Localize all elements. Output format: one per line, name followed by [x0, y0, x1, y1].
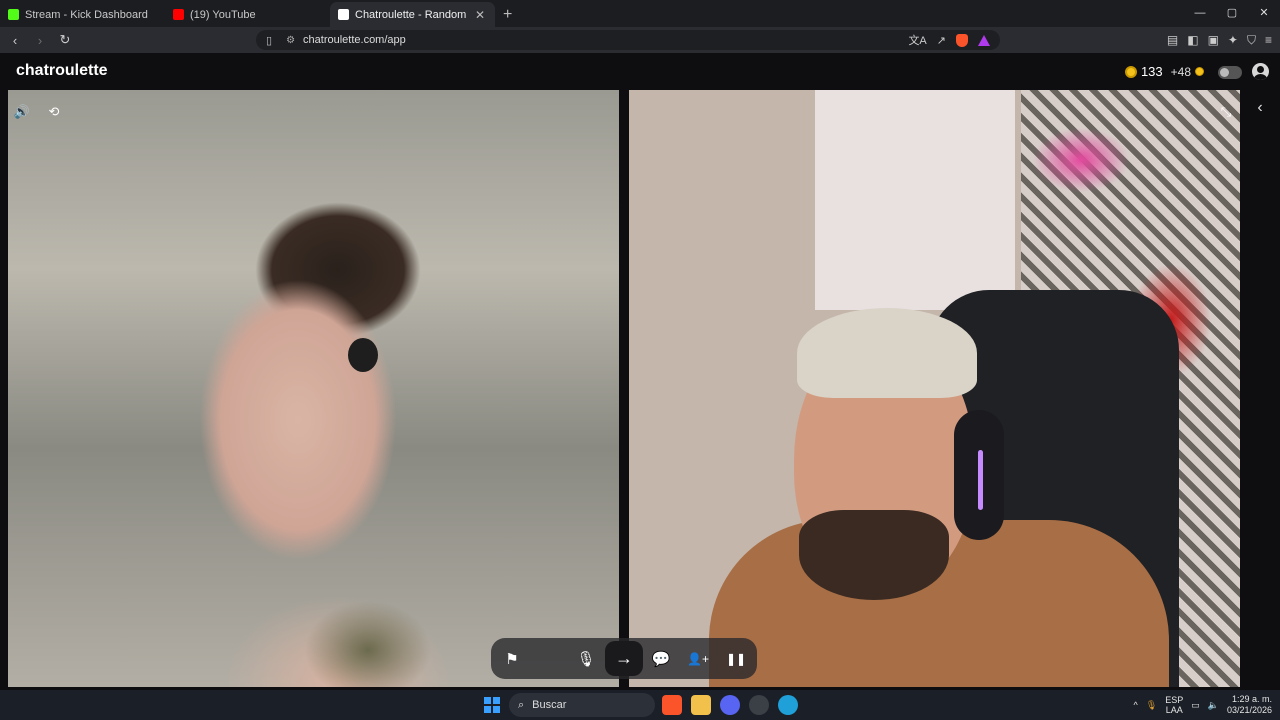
- mic-tray-icon[interactable]: 🎙: [1146, 700, 1157, 711]
- coin-icon: [1124, 65, 1137, 78]
- tab-kick-dashboard[interactable]: Stream - Kick Dashboard: [0, 2, 165, 27]
- obs-icon[interactable]: [749, 695, 769, 715]
- system-tray: ^ 🎙 ESP LAA ▭ 🔈 1:29 a. m. 03/21/2026: [1134, 692, 1272, 718]
- brave-rewards-icon[interactable]: [978, 34, 990, 46]
- back-icon[interactable]: ‹: [5, 33, 25, 48]
- translate-icon[interactable]: 文A: [908, 32, 926, 48]
- tab-title: Stream - Kick Dashboard: [25, 8, 148, 21]
- site-info-icon[interactable]: ⚙: [286, 35, 295, 46]
- coin-balance[interactable]: 133 +48: [1124, 64, 1204, 79]
- leo-ai-icon[interactable]: ✦: [1228, 33, 1238, 48]
- app-header: chatroulette 133 +48: [0, 53, 1280, 90]
- window-controls: — ▢ ✕: [1184, 0, 1280, 27]
- hair: [797, 308, 977, 398]
- collapse-sidebar-icon[interactable]: ‹: [1248, 96, 1272, 120]
- share-icon[interactable]: ↗: [937, 34, 946, 47]
- file-explorer-icon[interactable]: [691, 695, 711, 715]
- vpn-icon[interactable]: ⛉: [1247, 33, 1256, 48]
- url-text[interactable]: chatroulette.com/app: [303, 34, 406, 46]
- browser-toolbar: ‹ › ↻ ▯ ⚙ chatroulette.com/app 文A ↗ ▤ ◧ …: [0, 27, 1280, 53]
- brave-shields-icon[interactable]: [956, 33, 968, 47]
- theme-toggle[interactable]: [1218, 66, 1242, 79]
- tab-chatroulette[interactable]: Chatroulette - Random video ✕: [330, 2, 495, 27]
- brave-browser-icon[interactable]: [662, 695, 682, 715]
- address-bar[interactable]: ▯ ⚙ chatroulette.com/app 文A ↗: [256, 30, 1000, 50]
- mic-icon[interactable]: 🎙: [573, 646, 599, 672]
- youtube-favicon-icon: [173, 9, 184, 20]
- clock[interactable]: 1:29 a. m. 03/21/2026: [1227, 694, 1272, 716]
- stranger-video: 🔊 ⟲: [8, 90, 619, 687]
- windows-taskbar: ⌕ Buscar ^ 🎙 ESP LAA ▭ 🔈 1:29 a. m. 03/2…: [0, 690, 1280, 720]
- taskbar-search[interactable]: ⌕ Buscar: [509, 693, 655, 717]
- date: 03/21/2026: [1226, 705, 1272, 715]
- next-button[interactable]: →: [605, 641, 643, 676]
- tab-title: (19) YouTube: [190, 8, 256, 21]
- tab-close-icon[interactable]: ✕: [473, 8, 487, 22]
- bonus-count: +48: [1170, 64, 1191, 79]
- kick-favicon-icon: [8, 9, 19, 20]
- bonus-coin-icon: [1195, 67, 1204, 76]
- search-icon: ⌕: [518, 698, 525, 711]
- camera-switch-icon[interactable]: ⟲: [42, 100, 66, 124]
- maximize-icon[interactable]: ▢: [1216, 0, 1248, 27]
- headset: [954, 410, 1004, 540]
- sidebar-icon[interactable]: ◧: [1187, 33, 1198, 48]
- volume-icon[interactable]: 🔈: [1208, 700, 1219, 711]
- chatroulette-favicon-icon: [338, 9, 349, 20]
- tab-youtube[interactable]: (19) YouTube: [165, 2, 330, 27]
- minimize-video-icon[interactable]: ⤡: [1214, 100, 1238, 124]
- add-friend-icon[interactable]: 👤+: [685, 646, 711, 672]
- chat-icon[interactable]: 💬: [648, 646, 674, 672]
- user-profile-icon[interactable]: [1252, 63, 1269, 80]
- language-indicator[interactable]: ESP LAA: [1165, 695, 1183, 715]
- beard: [799, 510, 949, 600]
- tab-title: Chatroulette - Random video: [355, 8, 467, 21]
- coin-count: 133: [1140, 64, 1163, 79]
- reading-list-icon[interactable]: ▤: [1167, 33, 1178, 48]
- close-window-icon[interactable]: ✕: [1248, 0, 1280, 27]
- discord-icon[interactable]: [720, 695, 740, 715]
- earbud: [348, 338, 378, 372]
- room-door: [815, 90, 1015, 310]
- wallet-icon[interactable]: ▣: [1208, 33, 1219, 48]
- browser-tab-strip: Stream - Kick Dashboard (19) YouTube Cha…: [0, 0, 1280, 27]
- stranger-video-frame: [8, 90, 619, 687]
- menu-icon[interactable]: ≡: [1265, 33, 1272, 48]
- edge-icon[interactable]: [778, 695, 798, 715]
- lang-layout: LAA: [1165, 705, 1183, 715]
- chatroulette-logo[interactable]: chatroulette: [16, 62, 108, 80]
- windows-start-icon[interactable]: [484, 697, 500, 713]
- time: 1:29 a. m.: [1231, 694, 1272, 704]
- self-video: ⤡: [629, 90, 1240, 687]
- new-tab-button[interactable]: +: [503, 2, 512, 27]
- bookmark-icon[interactable]: ▯: [266, 34, 272, 47]
- report-icon[interactable]: ⚑: [499, 646, 525, 672]
- search-placeholder: Buscar: [532, 699, 567, 711]
- lang-code: ESP: [1165, 695, 1184, 705]
- minimize-icon[interactable]: —: [1184, 0, 1216, 27]
- browser-extension-icons: ▤ ◧ ▣ ✦ ⛉ ≡: [1167, 33, 1272, 48]
- pause-icon[interactable]: ❚❚: [723, 646, 749, 672]
- sound-icon[interactable]: 🔊: [10, 100, 34, 124]
- tray-overflow-icon[interactable]: ^: [1134, 700, 1138, 710]
- forward-icon[interactable]: ›: [30, 33, 50, 48]
- reload-icon[interactable]: ↻: [55, 32, 75, 48]
- network-icon[interactable]: ▭: [1191, 700, 1200, 711]
